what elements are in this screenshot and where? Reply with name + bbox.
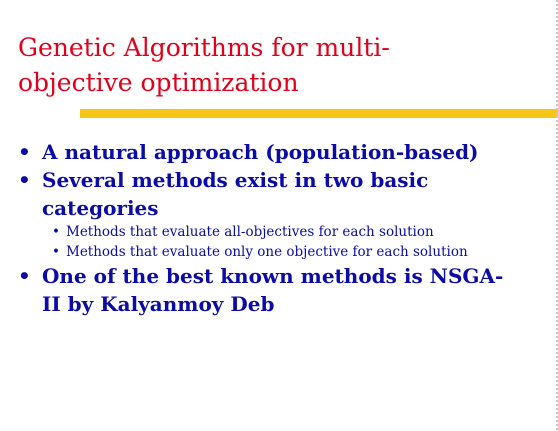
sub-bullet-item-2: • Methods that evaluate only one objecti… (48, 242, 548, 262)
bullet-icon: • (18, 140, 31, 164)
bullet-icon: • (18, 264, 31, 288)
title-line-2: objective optimization (18, 68, 299, 97)
title-underline-bar (80, 109, 558, 118)
bullet-2-line-2: categories (42, 196, 159, 220)
bullet-3-line-1: One of the best known methods is NSGA- (42, 264, 504, 288)
bullet-icon: • (18, 168, 31, 192)
bullet-item-1: • A natural approach (population-based) (18, 138, 548, 166)
bullet-item-3: • One of the best known methods is NSGA-… (18, 262, 548, 318)
bullet-1-line-1: A natural approach (population-based) (42, 140, 479, 164)
sub-bullet-icon: • (52, 244, 60, 260)
slide: Genetic Algorithms for multi- objective … (0, 0, 558, 431)
bullet-2-line-1: Several methods exist in two basic (42, 168, 429, 192)
sub-bullet-list: • Methods that evaluate all-objectives f… (42, 222, 548, 262)
slide-title: Genetic Algorithms for multi- objective … (18, 30, 538, 100)
sub-bullet-1-text: Methods that evaluate all-objectives for… (66, 224, 434, 240)
sub-bullet-2-text: Methods that evaluate only one objective… (66, 244, 468, 260)
bullet-3-line-2: II by Kalyanmoy Deb (42, 292, 275, 316)
sub-bullet-item-1: • Methods that evaluate all-objectives f… (48, 222, 548, 242)
sub-bullet-icon: • (52, 224, 60, 240)
title-line-1: Genetic Algorithms for multi- (18, 33, 390, 62)
bullet-list: • A natural approach (population-based) … (18, 138, 548, 318)
bullet-item-2: • Several methods exist in two basic cat… (18, 166, 548, 262)
